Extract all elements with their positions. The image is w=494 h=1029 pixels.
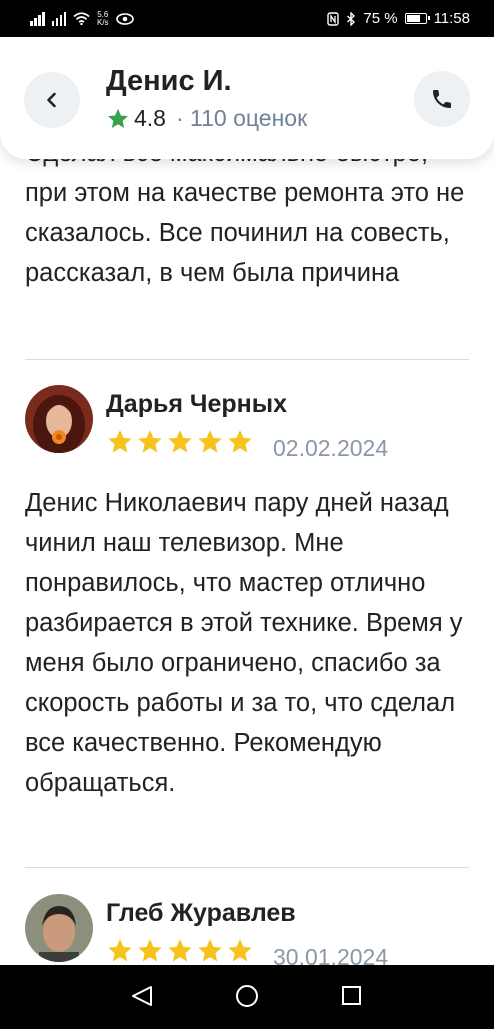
app-screen: Сделал все максимально быстро, при этом … [0, 37, 494, 965]
review-text: Денис Николаевич пару дней назад чинил н… [25, 489, 463, 797]
signal-icon [51, 11, 66, 26]
review-date: 30.01.2024 [273, 944, 389, 965]
nav-recents-icon[interactable] [342, 986, 361, 1005]
master-name: Денис И. [106, 65, 232, 97]
back-button[interactable] [24, 72, 80, 128]
star-icon [228, 430, 252, 453]
master-rating-row[interactable]: 4.8 · 110 оценок [106, 105, 307, 132]
star-icon [108, 108, 128, 128]
review-date: 02.02.2024 [273, 435, 389, 461]
battery-icon [404, 13, 430, 24]
master-header: Денис И. 4.8 · 110 оценок [0, 37, 494, 159]
call-button[interactable] [414, 71, 470, 127]
clock: 11:58 [433, 10, 470, 27]
divider [25, 867, 469, 868]
review-author: Глеб Журавлев [106, 899, 296, 927]
review-stars [106, 428, 254, 456]
nav-back-icon[interactable] [132, 986, 152, 1006]
nav-home-icon[interactable] [236, 985, 258, 1007]
review-author: Дарья Черных [106, 390, 287, 418]
star-icon [108, 939, 132, 962]
reviews-list[interactable]: Сделал все максимально быстро, при этом … [0, 37, 494, 965]
avatar [25, 385, 93, 453]
eye-icon [115, 12, 134, 25]
review-stars [106, 937, 254, 965]
bluetooth-icon [347, 11, 356, 26]
ratings-count: · 110 оценок [175, 105, 308, 131]
chevron-left-icon [47, 92, 56, 108]
phone-icon [433, 90, 451, 108]
star-icon [138, 430, 162, 453]
net-speed: 5.6 K/s [97, 9, 109, 27]
system-nav-bar [0, 965, 494, 1024]
star-icon [108, 430, 132, 453]
star-icon [168, 430, 192, 453]
signal-icon [30, 11, 45, 26]
star-icon [228, 939, 252, 962]
status-bar: 5.6 K/s 75 % 11:58 [0, 0, 494, 37]
divider [25, 359, 469, 360]
nfc-icon [327, 11, 340, 26]
star-icon [198, 430, 222, 453]
battery-percent: 75 % [363, 10, 398, 27]
star-icon [168, 939, 192, 962]
wifi-icon [73, 12, 90, 25]
star-icon [198, 939, 222, 962]
master-rating: 4.8 [134, 105, 166, 131]
avatar [25, 894, 93, 962]
star-icon [138, 939, 162, 962]
